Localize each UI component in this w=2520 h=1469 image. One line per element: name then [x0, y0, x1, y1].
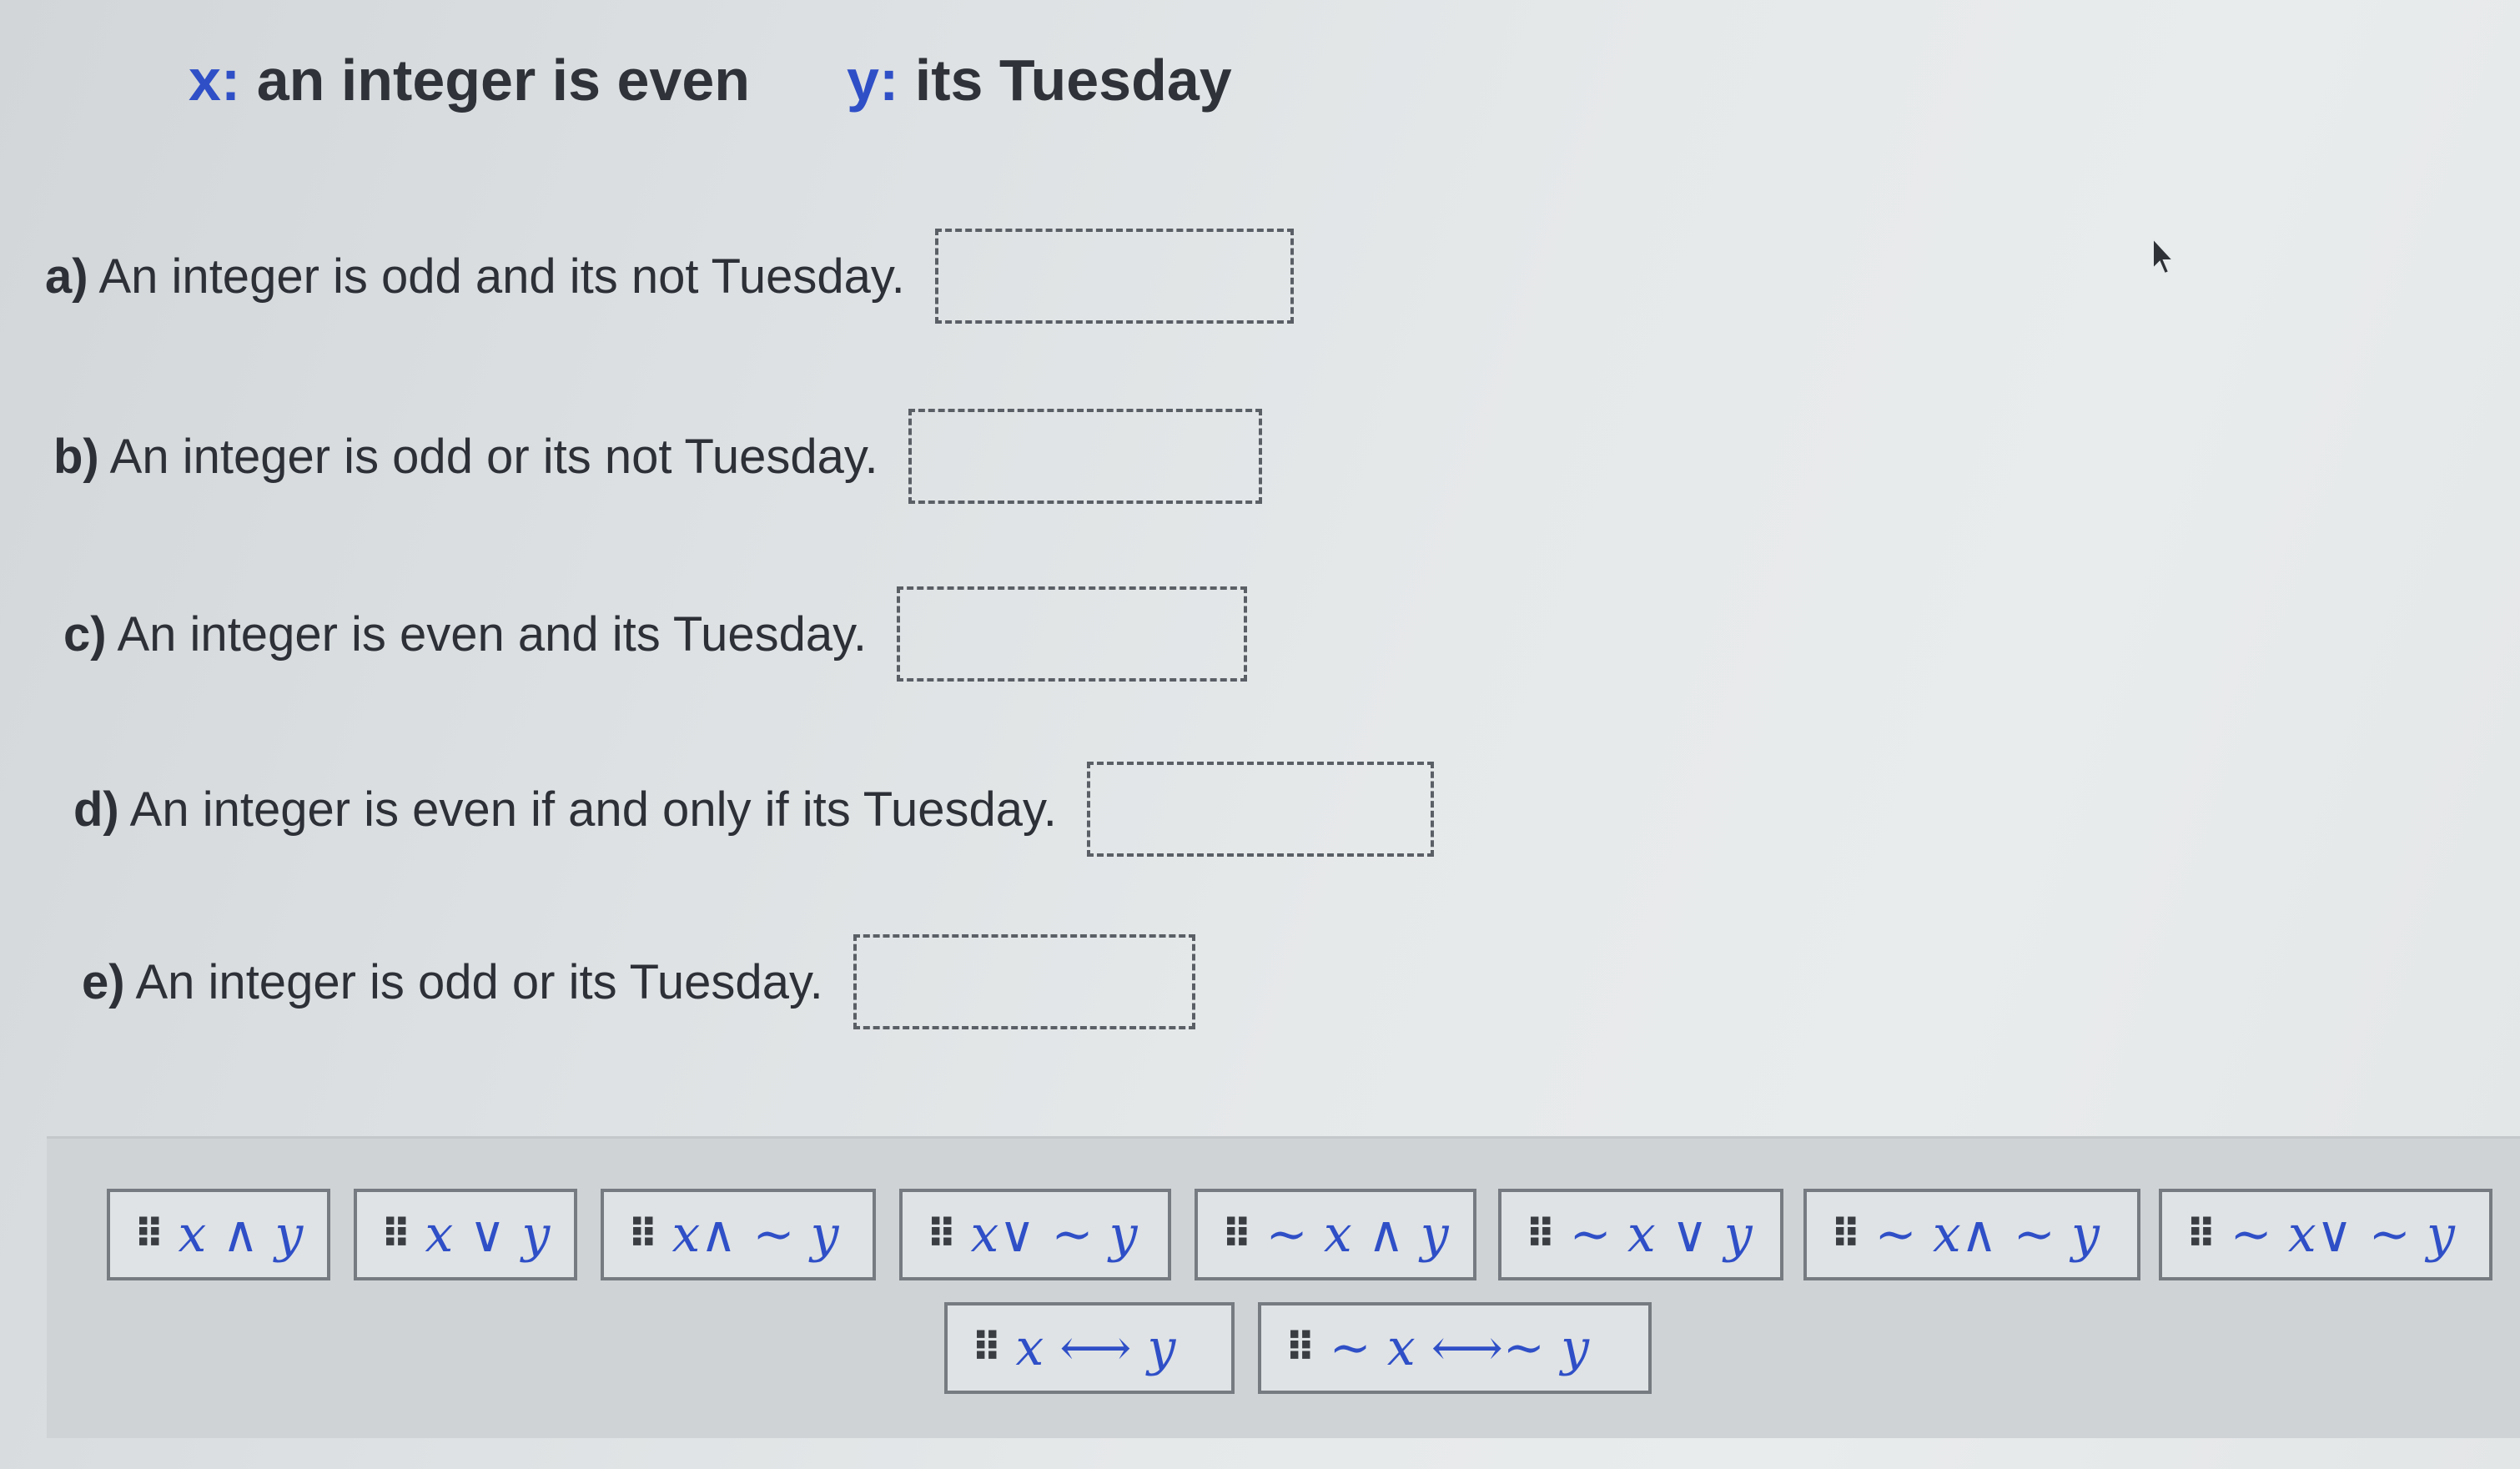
question-d-letter: d)	[73, 782, 119, 837]
drag-grip-icon[interactable]: ⠿	[926, 1211, 957, 1258]
answer-dropzone-e[interactable]	[853, 934, 1195, 1029]
question-c-letter: c)	[63, 606, 107, 662]
mouse-pointer-icon	[2152, 237, 2175, 275]
drag-grip-icon[interactable]: ⠿	[1830, 1211, 1861, 1258]
drag-grip-icon[interactable]: ⠿	[1525, 1211, 1556, 1258]
tile-not-x-and-not-y[interactable]: ⠿ ∼ x∧ ∼ y	[1803, 1189, 2140, 1280]
drag-grip-icon[interactable]: ⠿	[1221, 1211, 1252, 1258]
question-e-text: e) An integer is odd or its Tuesday.	[82, 954, 823, 1010]
x-variable: x:	[189, 48, 241, 113]
question-a-text: a) An integer is odd and its not Tuesday…	[45, 249, 905, 304]
question-b-text: b) An integer is odd or its not Tuesday.	[53, 429, 878, 485]
drag-grip-icon[interactable]: ⠿	[380, 1211, 411, 1258]
answer-tile-palette: ⠿ x ∧ y ⠿ x ∨ y ⠿ x∧ ∼ y ⠿ x∨ ∼ y ⠿ ∼ x …	[47, 1136, 2520, 1438]
x-definition: x: an integer is even	[189, 48, 750, 113]
drag-grip-icon[interactable]: ⠿	[1285, 1325, 1315, 1371]
answer-dropzone-c[interactable]	[896, 586, 1247, 682]
tile-x-and-not-y[interactable]: ⠿ x∧ ∼ y	[601, 1189, 876, 1280]
x-description: an integer is even	[240, 48, 751, 113]
tile-expression: ∼ x ∨ y	[1569, 1205, 1753, 1264]
question-e: e) An integer is odd or its Tuesday.	[82, 934, 1195, 1029]
tile-expression: x ⟷ y	[1015, 1319, 1176, 1377]
y-variable: y:	[847, 48, 899, 113]
question-e-letter: e)	[82, 954, 125, 1009]
drag-grip-icon[interactable]: ⠿	[2186, 1211, 2216, 1258]
tile-x-or-y[interactable]: ⠿ x ∨ y	[354, 1189, 577, 1280]
question-d: d) An integer is even if and only if its…	[73, 762, 1434, 857]
tile-x-or-not-y[interactable]: ⠿ x∨ ∼ y	[899, 1189, 1171, 1280]
tile-not-x-iff-not-y[interactable]: ⠿ ∼ x ⟷∼ y	[1258, 1302, 1652, 1394]
tile-x-and-y[interactable]: ⠿ x ∧ y	[107, 1189, 330, 1280]
drag-grip-icon[interactable]: ⠿	[133, 1211, 164, 1258]
y-description: its Tuesday	[898, 48, 1232, 113]
question-c-statement: An integer is even and its Tuesday.	[106, 606, 867, 662]
tile-not-x-or-not-y[interactable]: ⠿ ∼ x∨ ∼ y	[2159, 1189, 2492, 1280]
drag-grip-icon[interactable]: ⠿	[971, 1325, 1002, 1371]
tile-expression: x∧ ∼ y	[671, 1205, 839, 1264]
question-d-statement: An integer is even if and only if its Tu…	[118, 782, 1057, 837]
tile-expression: ∼ x∧ ∼ y	[1874, 1205, 2100, 1264]
tile-expression: ∼ x ⟷∼ y	[1329, 1319, 1590, 1377]
question-a-statement: An integer is odd and its not Tuesday.	[88, 249, 905, 304]
question-a-letter: a)	[45, 249, 88, 304]
question-b-statement: An integer is odd or its not Tuesday.	[98, 429, 878, 484]
question-a: a) An integer is odd and its not Tuesday…	[45, 229, 1294, 324]
question-c: c) An integer is even and its Tuesday.	[63, 586, 1247, 682]
tile-expression: x ∧ y	[178, 1205, 304, 1264]
tile-not-x-or-y[interactable]: ⠿ ∼ x ∨ y	[1498, 1189, 1783, 1280]
variable-definitions: x: an integer is even y: its Tuesday	[189, 47, 1232, 113]
tile-expression: ∼ x ∧ y	[1265, 1205, 1449, 1264]
answer-dropzone-b[interactable]	[908, 409, 1262, 504]
tile-expression: ∼ x∨ ∼ y	[2230, 1205, 2455, 1264]
answer-dropzone-a[interactable]	[934, 229, 1294, 324]
question-b: b) An integer is odd or its not Tuesday.	[53, 409, 1262, 504]
question-d-text: d) An integer is even if and only if its…	[73, 782, 1057, 838]
tile-expression: x ∨ y	[425, 1205, 551, 1264]
question-e-statement: An integer is odd or its Tuesday.	[124, 954, 823, 1009]
tile-expression: x∨ ∼ y	[970, 1205, 1138, 1264]
y-definition: y: its Tuesday	[847, 48, 1232, 113]
tile-x-iff-y[interactable]: ⠿ x ⟷ y	[944, 1302, 1235, 1394]
question-b-letter: b)	[53, 429, 99, 484]
drag-grip-icon[interactable]: ⠿	[627, 1211, 658, 1258]
question-c-text: c) An integer is even and its Tuesday.	[63, 606, 867, 662]
answer-dropzone-d[interactable]	[1086, 762, 1434, 857]
tile-not-x-and-y[interactable]: ⠿ ∼ x ∧ y	[1195, 1189, 1476, 1280]
